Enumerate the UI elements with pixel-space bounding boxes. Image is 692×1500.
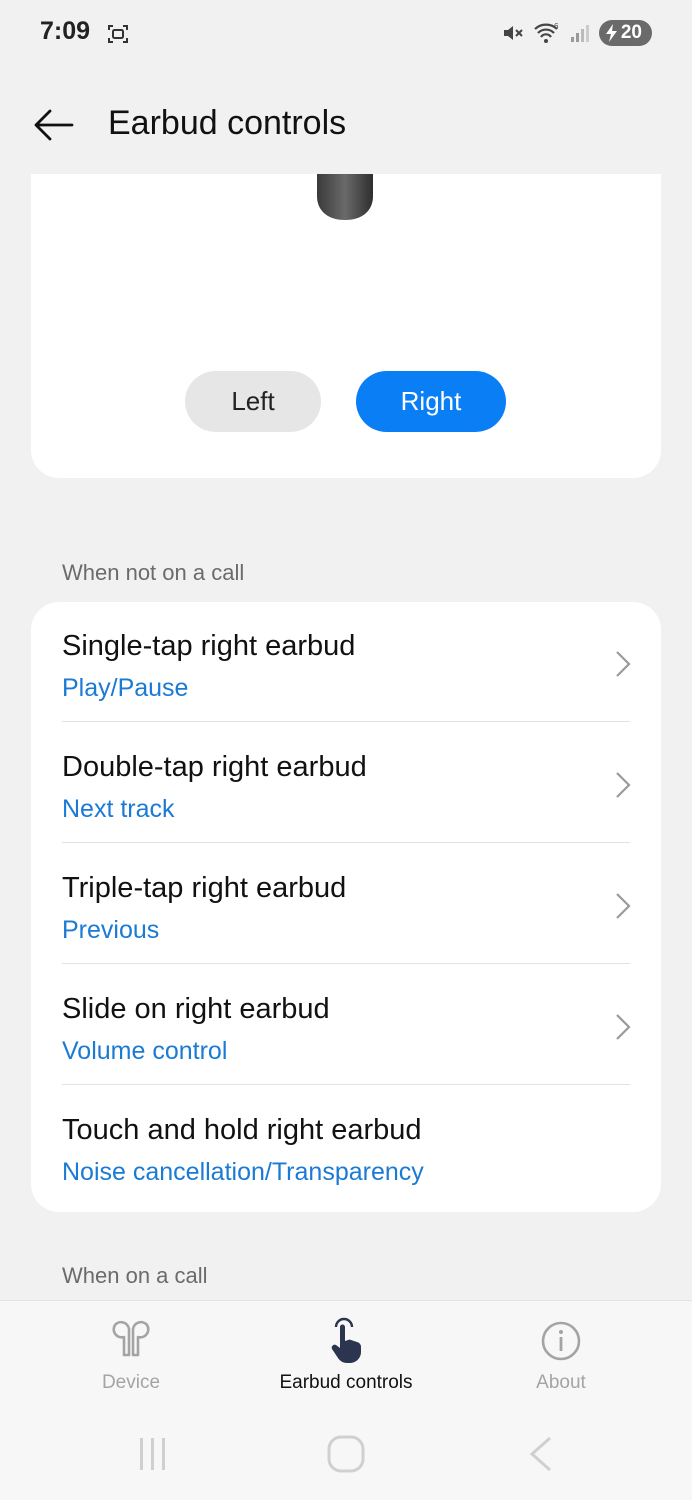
slide-row[interactable]: Slide on right earbud Volume control xyxy=(31,965,661,1085)
arrow-left-icon[interactable] xyxy=(30,104,78,146)
signal-icon xyxy=(570,25,589,42)
double-tap-row[interactable]: Double-tap right earbud Next track xyxy=(31,723,661,843)
divider xyxy=(62,1084,630,1085)
right-earbud-button[interactable]: Right xyxy=(356,371,506,432)
row-value: Play/Pause xyxy=(62,674,189,702)
touch-and-hold-row[interactable]: Touch and hold right earbud Noise cancel… xyxy=(31,1086,661,1206)
row-value: Previous xyxy=(62,916,160,944)
bottom-nav: Device Earbud controls About xyxy=(0,1300,692,1409)
battery-level: 20 xyxy=(620,22,642,43)
row-title: Double-tap right earbud xyxy=(62,751,367,783)
row-title: Single-tap right earbud xyxy=(62,630,356,662)
chevron-right-icon xyxy=(616,1014,631,1040)
nav-label: About xyxy=(536,1372,586,1393)
earbud-preview-card: Left Right xyxy=(31,174,661,478)
nav-label: Device xyxy=(101,1372,161,1393)
status-time: 7:09 xyxy=(40,17,91,45)
status-icons: 6 20 xyxy=(501,18,652,48)
svg-text:6: 6 xyxy=(554,22,559,31)
back-icon[interactable] xyxy=(518,1434,562,1474)
row-title: Touch and hold right earbud xyxy=(62,1114,422,1146)
screenshot-icon xyxy=(108,25,128,43)
chevron-right-icon xyxy=(616,893,631,919)
page-title: Earbud controls xyxy=(108,104,347,142)
charging-icon xyxy=(605,24,617,42)
mute-icon xyxy=(503,26,523,40)
touch-hand-icon xyxy=(331,1317,362,1363)
divider xyxy=(62,963,630,964)
earbud-image xyxy=(317,174,373,220)
wifi-icon: 6 xyxy=(534,22,559,43)
row-value: Next track xyxy=(62,795,175,823)
row-title: Slide on right earbud xyxy=(62,993,330,1025)
nav-earbud-controls[interactable]: Earbud controls xyxy=(246,1301,446,1409)
status-bar: 7:09 6 20 xyxy=(0,0,692,66)
info-icon xyxy=(541,1321,581,1361)
divider xyxy=(62,721,630,722)
chevron-right-icon xyxy=(616,772,631,798)
recents-icon[interactable] xyxy=(131,1434,175,1474)
single-tap-row[interactable]: Single-tap right earbud Play/Pause xyxy=(31,602,661,722)
nav-label: Earbud controls xyxy=(279,1372,413,1393)
chevron-right-icon xyxy=(616,651,631,677)
section-header-not-on-call: When not on a call xyxy=(62,560,245,585)
row-value: Volume control xyxy=(62,1037,228,1065)
section-header-on-call: When on a call xyxy=(62,1263,208,1288)
home-icon[interactable] xyxy=(324,1434,368,1474)
nav-device[interactable]: Device xyxy=(31,1301,231,1409)
earbuds-icon xyxy=(112,1320,150,1357)
left-earbud-button[interactable]: Left xyxy=(185,371,321,432)
battery-indicator: 20 xyxy=(598,20,652,46)
nav-about[interactable]: About xyxy=(461,1301,661,1409)
header: Earbud controls xyxy=(0,90,692,160)
divider xyxy=(62,842,630,843)
triple-tap-row[interactable]: Triple-tap right earbud Previous xyxy=(31,844,661,964)
row-value: Noise cancellation/Transparency xyxy=(62,1158,424,1186)
controls-list-card: Single-tap right earbud Play/Pause Doubl… xyxy=(31,602,661,1212)
system-nav-bar xyxy=(0,1408,692,1500)
row-title: Triple-tap right earbud xyxy=(62,872,347,904)
